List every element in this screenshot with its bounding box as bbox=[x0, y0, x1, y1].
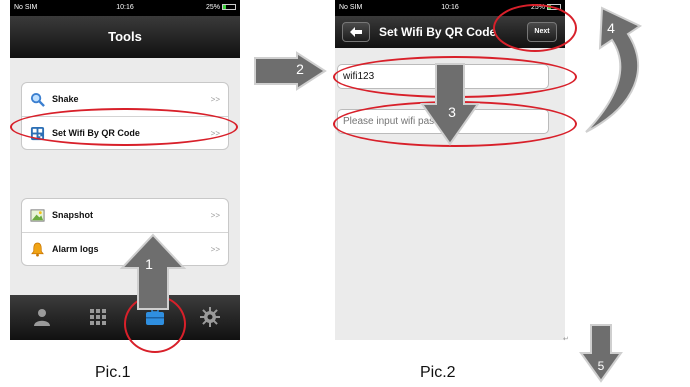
image-icon bbox=[30, 209, 45, 222]
gear-icon[interactable] bbox=[200, 307, 220, 327]
chevron-right-icon: >> bbox=[210, 211, 220, 220]
step-number-2: 2 bbox=[296, 61, 304, 77]
corner-mark: ↵ bbox=[563, 336, 569, 343]
person-icon[interactable] bbox=[32, 307, 52, 327]
menu-item-label: Shake bbox=[52, 94, 79, 104]
caption-pic-2: Pic.2 bbox=[420, 364, 456, 381]
step-number-3: 3 bbox=[448, 104, 456, 120]
back-arrow-icon bbox=[350, 27, 362, 37]
step-number-1: 1 bbox=[145, 256, 153, 272]
menu-item-label: Snapshot bbox=[52, 210, 94, 220]
battery-percent: 25% bbox=[205, 4, 220, 11]
step-arrow-up-1 bbox=[119, 233, 187, 310]
page-title: Tools bbox=[10, 16, 240, 58]
highlight-next-button bbox=[493, 4, 577, 52]
search-icon bbox=[30, 92, 45, 107]
caption-pic-1: Pic.1 bbox=[95, 364, 131, 381]
menu-item-label: Alarm logs bbox=[52, 244, 99, 254]
chevron-right-icon: >> bbox=[210, 245, 220, 254]
chevron-right-icon: >> bbox=[210, 95, 220, 104]
highlight-set-wifi-row bbox=[10, 108, 238, 146]
menu-item-snapshot[interactable]: Snapshot >> bbox=[22, 199, 228, 232]
step-number-4: 4 bbox=[607, 20, 615, 36]
bell-icon bbox=[31, 242, 44, 257]
grid-icon[interactable] bbox=[88, 307, 108, 327]
status-bar: No SIM 10:16 25% bbox=[10, 0, 240, 16]
back-button[interactable] bbox=[342, 22, 370, 42]
step-number-5: 5 bbox=[597, 359, 605, 373]
battery-icon bbox=[222, 4, 236, 11]
page-title: Set Wifi By QR Code bbox=[379, 25, 497, 39]
battery-status: 25% bbox=[206, 0, 236, 16]
